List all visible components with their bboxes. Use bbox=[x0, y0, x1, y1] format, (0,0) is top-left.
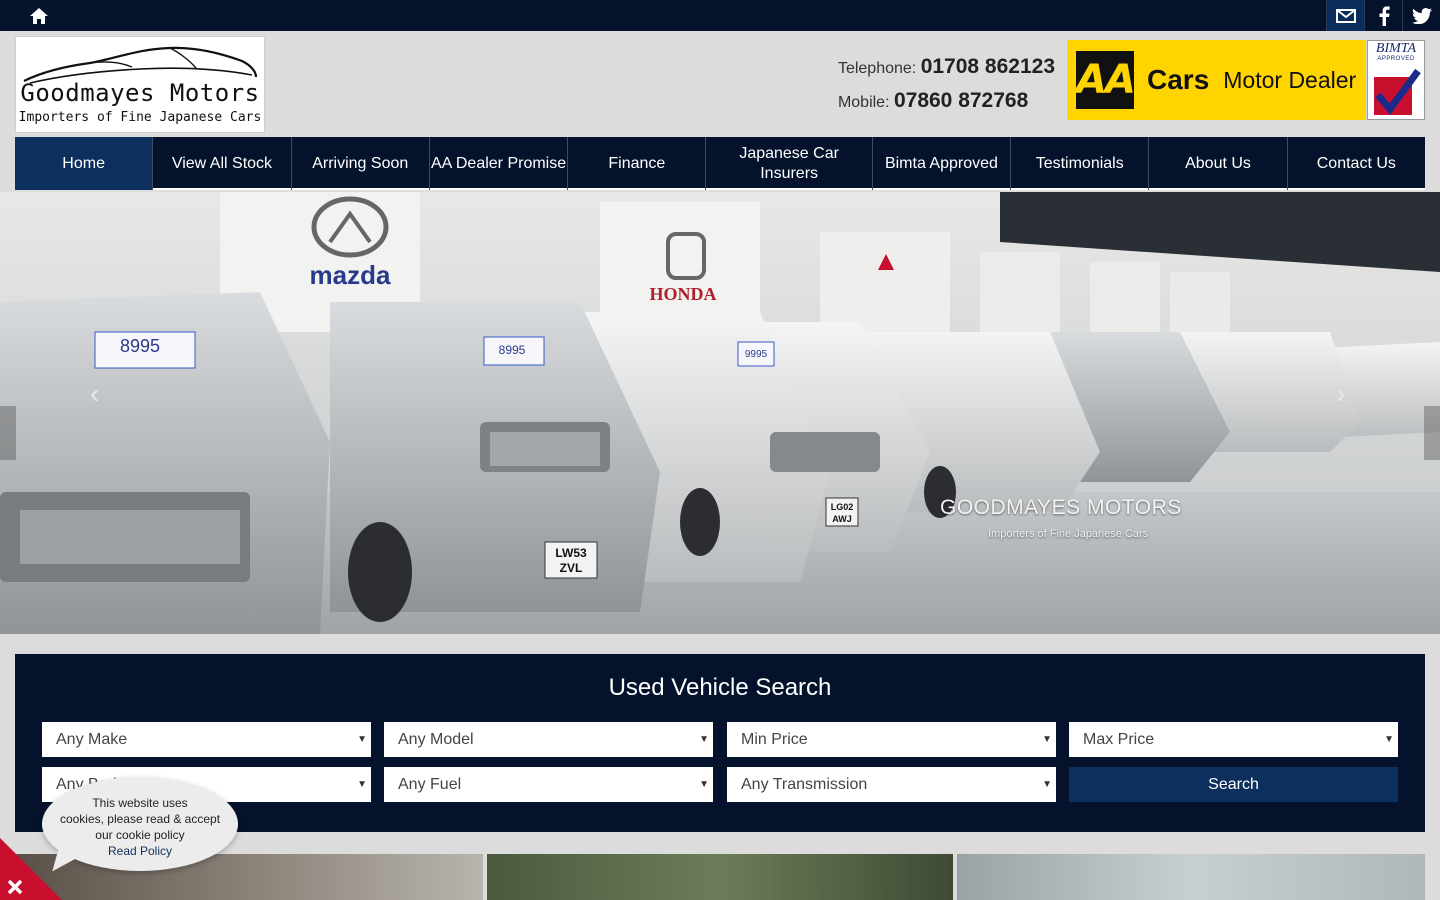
social-links bbox=[1326, 0, 1440, 31]
telephone-row: Telephone: 01708 862123 bbox=[838, 53, 1055, 87]
nav-bimta-approved[interactable]: Bimta Approved bbox=[873, 137, 1012, 190]
chevron-down-icon: ▼ bbox=[357, 734, 367, 745]
close-icon bbox=[0, 838, 62, 900]
facebook-icon[interactable] bbox=[1364, 0, 1402, 31]
nav-testimonials[interactable]: Testimonials bbox=[1011, 137, 1150, 190]
cookie-notice: This website uses cookies, please read &… bbox=[42, 777, 238, 880]
telephone-label: Telephone: bbox=[837, 60, 917, 77]
aa-cars-text: Cars bbox=[1147, 64, 1210, 95]
email-icon[interactable] bbox=[1326, 0, 1364, 31]
aa-logo: AA bbox=[1076, 51, 1136, 109]
cookie-line-3: our cookie policy bbox=[95, 828, 185, 842]
transmission-select[interactable]: Any Transmission ▼ bbox=[727, 767, 1056, 802]
slider-next-arrow[interactable]: › bbox=[1336, 378, 1345, 410]
nav-view-all-stock[interactable]: View All Stock bbox=[153, 137, 292, 190]
min-price-select-value: Min Price bbox=[741, 731, 808, 748]
bimta-subtitle: APPROVED bbox=[1377, 56, 1415, 62]
feature-tiles bbox=[15, 854, 1425, 900]
nav-about-us[interactable]: About Us bbox=[1149, 137, 1288, 190]
feature-tile-garden[interactable] bbox=[487, 854, 953, 900]
price-tag-3: 9995 bbox=[745, 349, 768, 360]
aa-motor-dealer-badge[interactable]: AA Cars Motor Dealer bbox=[1067, 40, 1366, 120]
search-title: Used Vehicle Search bbox=[608, 674, 832, 701]
chevron-down-icon: ▼ bbox=[1384, 734, 1394, 745]
site-header: Goodmayes Motors Importers of Fine Japan… bbox=[0, 31, 1440, 137]
slider-tab-left bbox=[0, 406, 16, 460]
feature-tile-documents[interactable] bbox=[957, 854, 1425, 900]
price-tag-2: 8995 bbox=[499, 343, 526, 357]
chevron-down-icon: ▼ bbox=[1042, 779, 1052, 790]
hero-brand-title: GOODMAYES MOTORS bbox=[940, 496, 1182, 519]
nav-home[interactable]: Home bbox=[15, 137, 154, 190]
site-logo[interactable]: Goodmayes Motors Importers of Fine Japan… bbox=[15, 36, 265, 133]
max-price-select-value: Max Price bbox=[1083, 731, 1155, 748]
fuel-select-value: Any Fuel bbox=[398, 776, 462, 793]
plate-1: LW53 bbox=[555, 546, 587, 560]
cookie-line-2: cookies, please read & accept bbox=[59, 812, 221, 826]
hero-slider: mazda HONDA LW53 ZVL LG02 AWJ 8995 8995 … bbox=[0, 192, 1440, 634]
hero-brand-subtitle: Importers of Fine Japanese Cars bbox=[988, 528, 1149, 540]
chevron-down-icon: ▼ bbox=[699, 734, 709, 745]
slider-prev-arrow[interactable]: ‹ bbox=[90, 378, 99, 410]
twitter-icon[interactable] bbox=[1402, 0, 1440, 31]
chevron-down-icon: ▼ bbox=[1042, 734, 1052, 745]
honda-sign: HONDA bbox=[650, 284, 717, 304]
nav-japanese-car-insurers[interactable]: Japanese Car Insurers bbox=[706, 137, 873, 190]
cookie-close-button[interactable] bbox=[0, 838, 62, 900]
telephone-number[interactable]: 01708 862123 bbox=[921, 55, 1055, 78]
nav-aa-dealer-promise[interactable]: AA Dealer Promise bbox=[430, 137, 569, 190]
bimta-approved-badge[interactable]: BIMTA APPROVED bbox=[1367, 40, 1425, 120]
main-nav: Home View All Stock Arriving Soon AA Dea… bbox=[15, 137, 1425, 190]
model-select-value: Any Model bbox=[398, 731, 474, 748]
mazda-sign: mazda bbox=[310, 260, 391, 290]
chevron-down-icon: ▼ bbox=[699, 779, 709, 790]
svg-text:ZVL: ZVL bbox=[560, 561, 583, 575]
nav-contact-us[interactable]: Contact Us bbox=[1288, 137, 1425, 190]
make-select-value: Any Make bbox=[56, 731, 128, 748]
chevron-down-icon: ▼ bbox=[357, 779, 367, 790]
make-select[interactable]: Any Make ▼ bbox=[42, 722, 371, 757]
svg-text:AWJ: AWJ bbox=[832, 514, 852, 524]
showroom-photo: mazda HONDA LW53 ZVL LG02 AWJ 8995 8995 … bbox=[0, 192, 1440, 634]
bimta-title: BIMTA bbox=[1375, 41, 1417, 56]
home-icon[interactable] bbox=[28, 6, 50, 26]
logo-name: Goodmayes Motors bbox=[20, 79, 260, 107]
cookie-line-1: This website uses bbox=[92, 796, 188, 810]
checkmark-icon bbox=[1374, 68, 1421, 115]
mobile-number[interactable]: 07860 872768 bbox=[894, 89, 1028, 112]
search-button[interactable]: Search bbox=[1069, 767, 1398, 802]
nav-arriving-soon[interactable]: Arriving Soon bbox=[292, 137, 430, 190]
mobile-label: Mobile: bbox=[837, 94, 890, 111]
transmission-select-value: Any Transmission bbox=[741, 776, 868, 793]
slider-tab-right bbox=[1424, 406, 1440, 460]
top-bar bbox=[0, 0, 1440, 31]
price-tag-1: 8995 bbox=[120, 336, 160, 356]
plate-2: LG02 bbox=[831, 502, 854, 512]
mobile-row: Mobile: 07860 872768 bbox=[838, 87, 1055, 121]
max-price-select[interactable]: Max Price ▼ bbox=[1069, 722, 1398, 757]
contact-info: Telephone: 01708 862123 Mobile: 07860 87… bbox=[838, 53, 1055, 121]
nav-finance[interactable]: Finance bbox=[568, 137, 707, 190]
aa-dealer-text: Motor Dealer bbox=[1223, 66, 1357, 93]
min-price-select[interactable]: Min Price ▼ bbox=[727, 722, 1056, 757]
fuel-select[interactable]: Any Fuel ▼ bbox=[384, 767, 713, 802]
logo-tagline: Importers of Fine Japanese Cars bbox=[18, 110, 262, 125]
model-select[interactable]: Any Model ▼ bbox=[384, 722, 713, 757]
